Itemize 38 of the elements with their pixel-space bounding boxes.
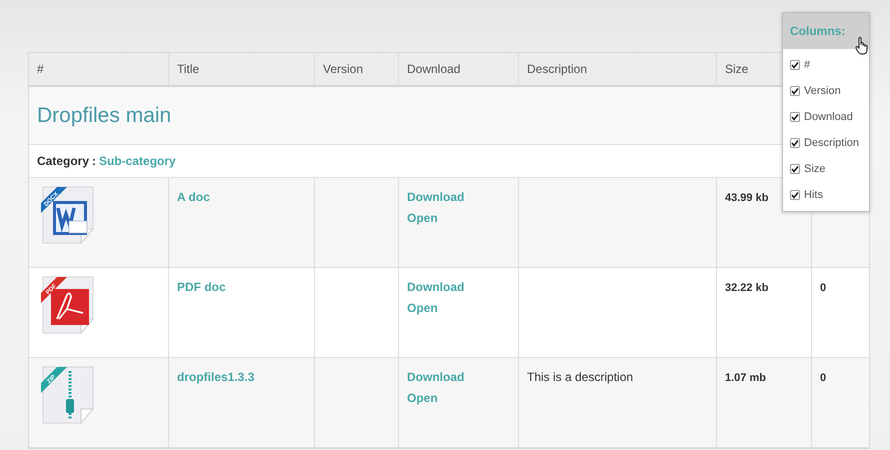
file-title-link[interactable]: dropfiles1.3.3 [177,370,254,384]
column-option[interactable]: Version [804,82,841,100]
separator: : [92,153,96,170]
open-link[interactable]: Open [407,209,438,227]
checkbox[interactable] [790,60,800,70]
column-header: Description [527,61,588,78]
file-title-link[interactable]: A doc [177,190,210,204]
size-text: 32.22 kb [725,282,768,294]
checkbox[interactable] [790,164,800,174]
column-option[interactable]: Size [804,160,826,178]
column-option[interactable]: Hits [804,186,823,204]
column-option[interactable]: Description [804,134,860,152]
column-header: Version [323,61,364,78]
open-link[interactable]: Open [407,299,438,317]
download-link[interactable]: Download [407,188,464,206]
checkbox[interactable] [790,112,800,122]
column-header: Size [725,61,748,78]
section-title: Dropfiles main [37,102,172,129]
hits-text: 0 [820,282,826,294]
column-header: Title [177,61,200,78]
download-link[interactable]: Download [407,368,464,386]
description-text: This is a description [527,370,634,384]
category-label: Category [37,153,90,170]
size-text: 1.07 mb [725,372,766,384]
checkbox[interactable] [790,138,800,148]
column-header: # [37,61,44,78]
checkbox[interactable] [790,190,800,200]
size-text: 43.99 kb [725,192,768,204]
download-link[interactable]: Download [407,278,464,296]
column-option[interactable]: # [804,56,810,74]
file-title-link[interactable]: PDF doc [177,280,226,294]
open-link[interactable]: Open [407,389,438,407]
hits-text: 0 [820,372,826,384]
category-link[interactable]: Sub-category [99,152,176,170]
column-option[interactable]: Download [804,108,853,126]
column-header: Download [407,61,460,78]
menu-title: Columns: [790,23,846,40]
checkbox[interactable] [790,86,800,96]
